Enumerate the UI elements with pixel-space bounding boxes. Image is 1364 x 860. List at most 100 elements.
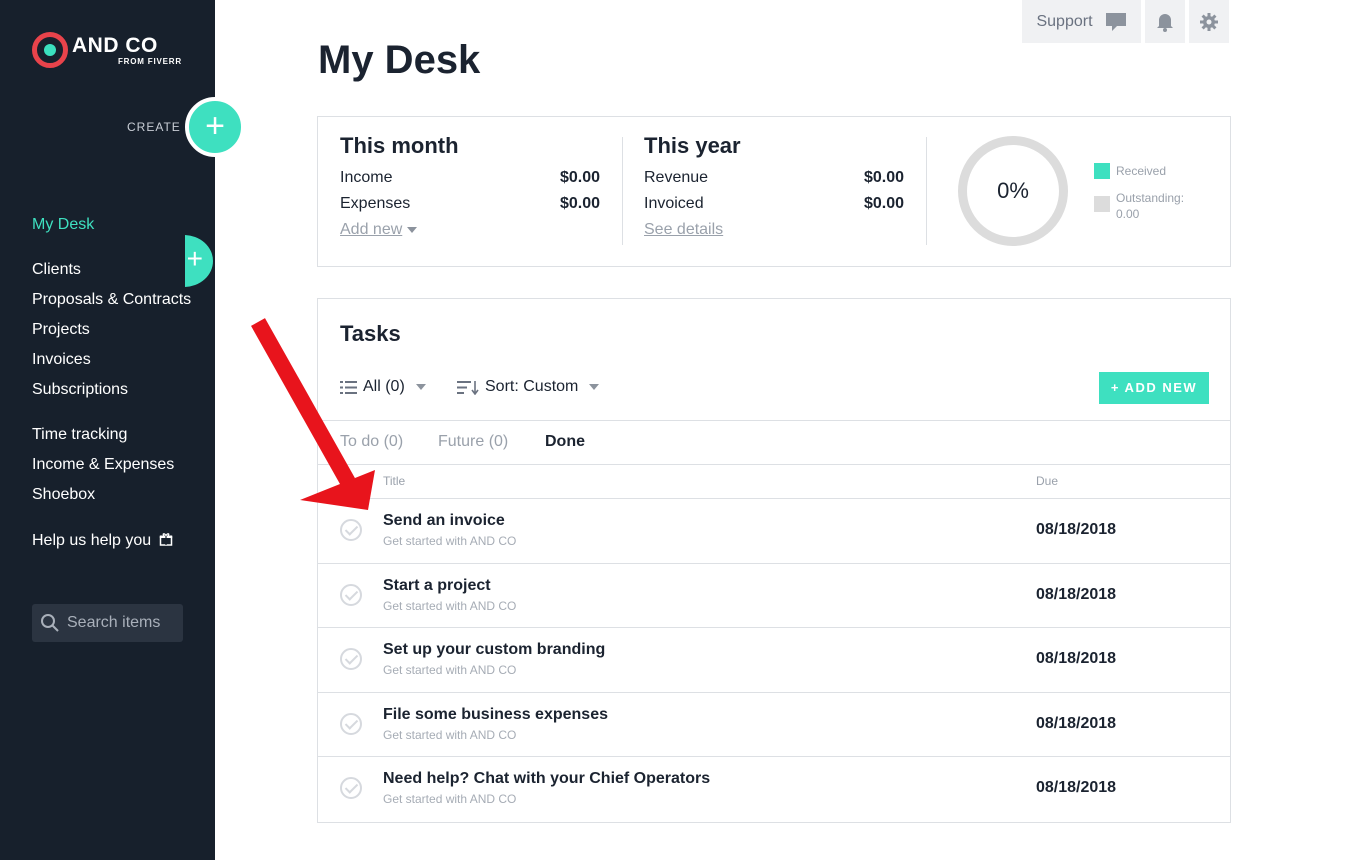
- search-icon: [41, 614, 59, 632]
- task-due-date: 08/18/2018: [1036, 779, 1117, 796]
- add-new-link[interactable]: Add new: [340, 221, 418, 239]
- tasks-card: Tasks All (0) Sort: Custom + ADD NEW To …: [317, 298, 1231, 823]
- page-title: My Desk: [318, 38, 481, 82]
- donut-percent: 0%: [997, 178, 1029, 203]
- brand-logo[interactable]: AND CO FROM FIVERR: [32, 32, 182, 72]
- sidebar-item-income-expenses[interactable]: Income & Expenses: [32, 456, 174, 474]
- caret-down-icon: [415, 384, 426, 390]
- brand-name: AND CO: [72, 34, 158, 57]
- this-month-title: This month: [340, 133, 459, 158]
- sidebar-item-subscriptions[interactable]: Subscriptions: [32, 381, 128, 399]
- task-due-date: 08/18/2018: [1036, 650, 1117, 667]
- sidebar-item-help[interactable]: Help us help you: [32, 532, 173, 550]
- create-button[interactable]: +: [185, 97, 245, 157]
- sidebar-item-time-tracking[interactable]: Time tracking: [32, 426, 127, 444]
- table-row[interactable]: File some business expenses Get started …: [318, 692, 1230, 757]
- notifications-button[interactable]: [1145, 0, 1185, 43]
- support-button[interactable]: Support: [1022, 0, 1141, 43]
- gift-icon: [159, 533, 172, 546]
- table-row[interactable]: Start a project Get started with AND CO …: [318, 563, 1230, 628]
- table-row[interactable]: Send an invoice Get started with AND CO …: [318, 498, 1230, 563]
- received-swatch: [1094, 163, 1110, 179]
- outstanding-label: Outstanding:: [1116, 191, 1185, 205]
- sort-label: Sort: Custom: [485, 378, 579, 395]
- create-label: CREATE: [127, 120, 181, 134]
- table-row[interactable]: Set up your custom branding Get started …: [318, 627, 1230, 692]
- sidebar: AND CO FROM FIVERR CREATE + + My Desk Cl…: [0, 0, 245, 860]
- income-value: $0.00: [559, 169, 600, 186]
- top-bar: Support: [1022, 0, 1229, 43]
- table-row[interactable]: Need help? Chat with your Chief Operator…: [318, 756, 1230, 821]
- plus-icon: +: [185, 235, 213, 287]
- income-row: Income $0.00: [340, 169, 600, 195]
- outstanding-swatch: [1094, 196, 1110, 212]
- check-circle-icon[interactable]: [340, 713, 362, 735]
- help-label: Help us help you: [32, 532, 152, 549]
- expenses-label: Expenses: [340, 195, 411, 212]
- task-due-date: 08/18/2018: [1036, 521, 1117, 538]
- expenses-value: $0.00: [559, 195, 600, 212]
- this-year-section: This year Revenue $0.00 Invoiced $0.00 S…: [644, 133, 904, 239]
- received-label: Received: [1116, 164, 1167, 178]
- invoiced-label: Invoiced: [644, 195, 704, 212]
- tab-done[interactable]: Done: [545, 433, 585, 451]
- task-subtitle: Get started with AND CO: [383, 599, 517, 613]
- sidebar-item-shoebox[interactable]: Shoebox: [32, 486, 95, 504]
- add-new-task-button[interactable]: + ADD NEW: [1099, 372, 1209, 404]
- this-month-section: This month Income $0.00 Expenses $0.00 A…: [340, 133, 600, 239]
- invoiced-value: $0.00: [863, 195, 904, 212]
- revenue-value: $0.00: [863, 169, 904, 186]
- search-input[interactable]: Search items: [32, 604, 183, 642]
- sidebar-item-my-desk[interactable]: My Desk: [32, 216, 94, 234]
- summary-card: This month Income $0.00 Expenses $0.00 A…: [317, 116, 1231, 267]
- secondary-create-button[interactable]: +: [185, 235, 245, 289]
- plus-icon: +: [205, 107, 225, 145]
- see-details-link[interactable]: See details: [644, 221, 723, 239]
- task-title[interactable]: File some business expenses: [383, 706, 608, 724]
- settings-button[interactable]: [1189, 0, 1229, 43]
- task-subtitle: Get started with AND CO: [383, 534, 517, 548]
- bell-icon: [1157, 13, 1173, 32]
- caret-down-icon: [407, 226, 418, 233]
- task-title[interactable]: Send an invoice: [383, 512, 505, 530]
- check-circle-icon[interactable]: [340, 648, 362, 670]
- sort-dropdown[interactable]: Sort: Custom: [457, 378, 600, 396]
- received-donut-chart: 0%: [958, 136, 1068, 246]
- support-label: Support: [1036, 12, 1093, 30]
- expenses-row: Expenses $0.00: [340, 195, 600, 221]
- income-label: Income: [340, 169, 393, 186]
- task-title[interactable]: Set up your custom branding: [383, 641, 605, 659]
- check-circle-icon[interactable]: [340, 777, 362, 799]
- task-title[interactable]: Need help? Chat with your Chief Operator…: [383, 770, 710, 788]
- task-due-date: 08/18/2018: [1036, 586, 1117, 603]
- task-tabs: To do (0) Future (0) Done: [318, 420, 1230, 465]
- search-placeholder: Search items: [67, 614, 161, 631]
- task-subtitle: Get started with AND CO: [383, 728, 517, 742]
- caret-down-icon: [589, 384, 600, 390]
- outstanding-value: 0.00: [1116, 207, 1140, 221]
- invoiced-row: Invoiced $0.00: [644, 195, 904, 221]
- sidebar-item-projects[interactable]: Projects: [32, 321, 90, 339]
- sort-icon: [457, 380, 479, 395]
- divider: [622, 137, 623, 245]
- sidebar-item-proposals-contracts[interactable]: Proposals & Contracts: [32, 291, 191, 309]
- divider: [926, 137, 927, 245]
- sidebar-item-invoices[interactable]: Invoices: [32, 351, 91, 369]
- sidebar-item-clients[interactable]: Clients: [32, 261, 81, 279]
- column-header-due: Due: [1036, 474, 1059, 488]
- check-circle-icon[interactable]: [340, 584, 362, 606]
- add-new-label: Add new: [340, 221, 403, 238]
- brand-sub: FROM FIVERR: [118, 57, 182, 66]
- logo-mark-icon: [32, 32, 68, 68]
- task-title[interactable]: Start a project: [383, 577, 491, 595]
- task-subtitle: Get started with AND CO: [383, 663, 517, 677]
- task-due-date: 08/18/2018: [1036, 715, 1117, 732]
- gear-icon: [1200, 12, 1218, 31]
- this-year-title: This year: [644, 133, 741, 158]
- chat-bubble-icon: [1105, 12, 1126, 31]
- tab-future[interactable]: Future (0): [438, 433, 508, 451]
- check-circle-icon[interactable]: [340, 519, 362, 541]
- task-subtitle: Get started with AND CO: [383, 792, 517, 806]
- revenue-row: Revenue $0.00: [644, 169, 904, 195]
- revenue-label: Revenue: [644, 169, 709, 186]
